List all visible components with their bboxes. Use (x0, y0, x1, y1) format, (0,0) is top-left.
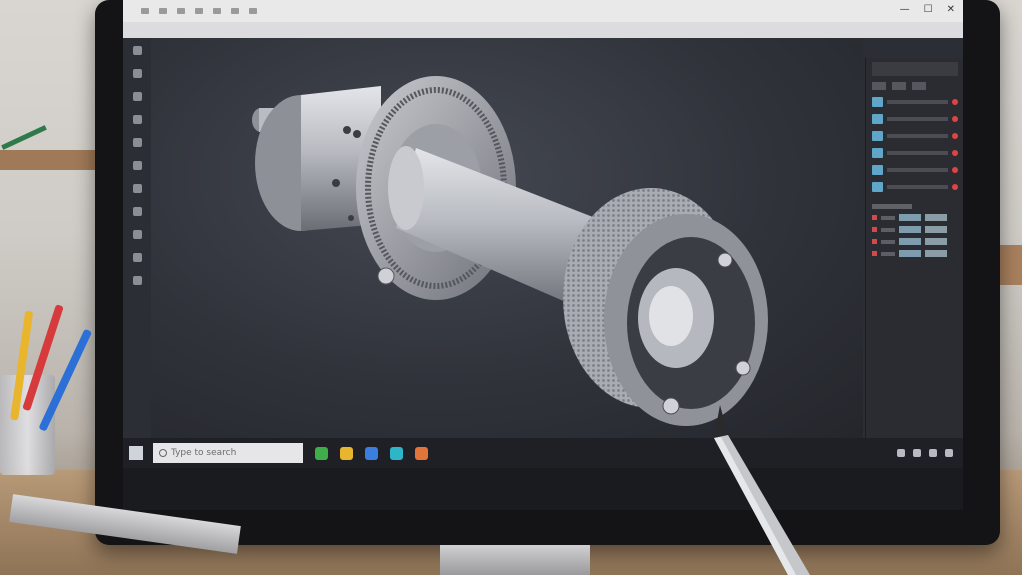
window-controls: — ☐ ✕ (900, 4, 955, 15)
layer-thumbnail-icon (872, 131, 883, 141)
visibility-icon[interactable] (952, 116, 958, 122)
green-cable (1, 125, 47, 150)
visibility-icon[interactable] (952, 99, 958, 105)
move-tool-icon[interactable] (133, 69, 142, 78)
maximize-icon[interactable]: ☐ (924, 4, 933, 15)
search-input[interactable]: Type to search (153, 443, 303, 463)
toolbar-icon[interactable] (159, 8, 167, 14)
list-item[interactable] (872, 95, 958, 109)
panel-tabs (866, 80, 963, 92)
list-item[interactable] (872, 146, 958, 160)
settings-tool-icon[interactable] (133, 276, 142, 285)
yellow-app-icon[interactable] (340, 446, 353, 460)
orange-app-icon[interactable] (415, 446, 428, 460)
section-tool-icon[interactable] (133, 207, 142, 216)
layer-thumbnail-icon (872, 182, 883, 192)
shaft-assembly-model[interactable] (151, 38, 863, 438)
property-row[interactable] (872, 250, 958, 257)
network-icon[interactable] (897, 449, 905, 457)
screen-bezel-bottom (123, 468, 963, 510)
measure-tool-icon[interactable] (133, 184, 142, 193)
notification-icon[interactable] (945, 449, 953, 457)
battery-icon[interactable] (929, 449, 937, 457)
visibility-icon[interactable] (952, 184, 958, 190)
tab-history[interactable] (912, 82, 926, 90)
screen: — ☐ ✕ Type to search (123, 0, 963, 510)
menu-bar (123, 22, 963, 38)
toolbar-icon[interactable] (249, 8, 257, 14)
panel-header (872, 62, 958, 76)
stylus-pen (714, 405, 810, 575)
layer-thumbnail-icon (872, 97, 883, 107)
scale-tool-icon[interactable] (133, 115, 142, 124)
visibility-icon[interactable] (952, 133, 958, 139)
tab-layers[interactable] (872, 82, 886, 90)
green-app-icon[interactable] (315, 446, 328, 460)
properties-section-title (872, 204, 912, 209)
select-tool-icon[interactable] (133, 46, 142, 55)
window-titlebar: — ☐ ✕ (123, 0, 963, 22)
3d-viewport[interactable] (151, 38, 863, 438)
blue-app-icon[interactable] (365, 446, 378, 460)
monitor-stand (440, 545, 590, 575)
property-row[interactable] (872, 214, 958, 221)
visibility-icon[interactable] (952, 150, 958, 156)
list-item[interactable] (872, 163, 958, 177)
extrude-tool-icon[interactable] (133, 138, 142, 147)
layer-thumbnail-icon (872, 114, 883, 124)
teal-app-icon[interactable] (390, 446, 403, 460)
left-toolbar (133, 40, 149, 446)
system-tray (897, 449, 953, 457)
layer-thumbnail-icon (872, 165, 883, 175)
start-button[interactable] (129, 446, 143, 460)
pattern-tool-icon[interactable] (133, 253, 142, 262)
wall-stripe (0, 150, 100, 170)
toolbar-icon[interactable] (213, 8, 221, 14)
toolbar-icon[interactable] (141, 8, 149, 14)
list-item[interactable] (872, 180, 958, 194)
toolbar-icon[interactable] (195, 8, 203, 14)
taskbar: Type to search (123, 438, 963, 468)
visibility-icon[interactable] (952, 167, 958, 173)
toolbar-icon[interactable] (231, 8, 239, 14)
property-row[interactable] (872, 226, 958, 233)
properties-panel (865, 58, 963, 438)
sketch-tool-icon[interactable] (133, 161, 142, 170)
list-item[interactable] (872, 129, 958, 143)
fillet-tool-icon[interactable] (133, 230, 142, 239)
close-icon[interactable]: ✕ (947, 4, 955, 15)
volume-icon[interactable] (913, 449, 921, 457)
layer-thumbnail-icon (872, 148, 883, 158)
property-row[interactable] (872, 238, 958, 245)
rotate-tool-icon[interactable] (133, 92, 142, 101)
minimize-icon[interactable]: — (900, 4, 910, 15)
list-item[interactable] (872, 112, 958, 126)
monitor: — ☐ ✕ Type to search (95, 0, 1000, 545)
knurled-wheel (563, 188, 768, 426)
tab-objects[interactable] (892, 82, 906, 90)
toolbar-icon[interactable] (177, 8, 185, 14)
